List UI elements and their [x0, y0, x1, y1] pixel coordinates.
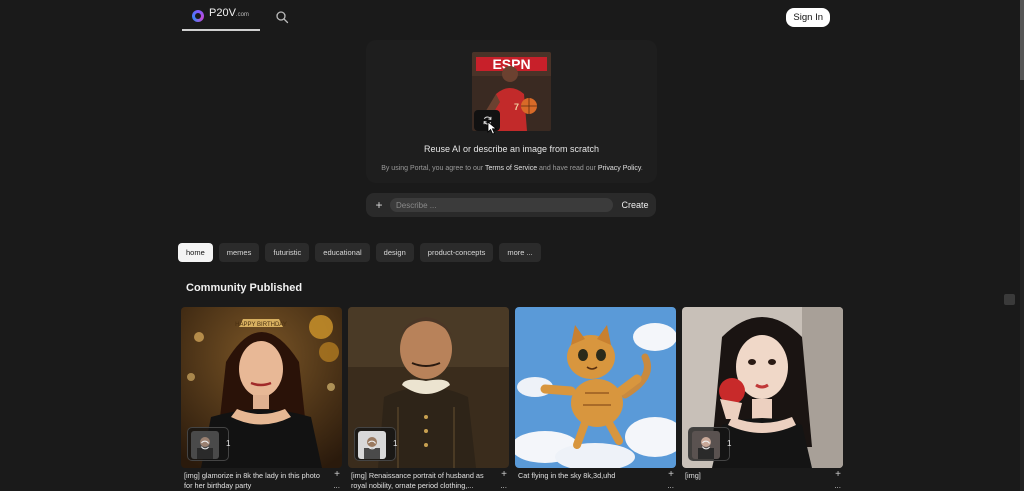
remix-count: 1 [226, 439, 231, 448]
community-gallery: HAPPY BIRTHDAY 1 [img] glamorize in 8k t… [181, 307, 843, 491]
svg-text:HAPPY BIRTHDAY: HAPPY BIRTHDAY [235, 322, 287, 328]
terms-notice: By using Portal, you agree to our Terms … [340, 165, 684, 172]
card-caption: [img] [685, 471, 701, 480]
more-icon[interactable]: ... [500, 481, 507, 490]
card-image[interactable]: 1 [682, 307, 843, 468]
gallery-card[interactable]: 1 [img] Renaissance portrait of husband … [348, 307, 509, 491]
more-icon[interactable]: ... [667, 481, 674, 490]
sign-in-button[interactable]: Sign In [786, 8, 830, 27]
reuse-icon [368, 440, 376, 450]
add-icon[interactable]: + [668, 469, 674, 480]
add-icon[interactable]: + [501, 469, 507, 480]
remix-button[interactable] [354, 427, 396, 461]
remix-button[interactable] [688, 427, 730, 461]
tab-home[interactable]: home [178, 243, 213, 262]
card-caption: Cat flying in the sky 8k,3d,uhd [518, 471, 616, 480]
terms-middle: and have read our [537, 165, 598, 172]
gallery-card[interactable]: HAPPY BIRTHDAY 1 [img] glamorize in 8k t… [181, 307, 342, 491]
terms-suffix: . [640, 165, 643, 172]
tab-product-concepts[interactable]: product-concepts [419, 243, 494, 262]
logo-icon [192, 10, 204, 22]
reuse-icon [201, 440, 209, 450]
reuse-icon [702, 440, 710, 450]
logo-text: P20V [209, 7, 236, 19]
cursor-icon [487, 121, 498, 135]
tab-memes[interactable]: memes [218, 243, 260, 262]
card-image[interactable]: HAPPY BIRTHDAY 1 [181, 307, 342, 468]
tab-futuristic[interactable]: futuristic [265, 243, 310, 262]
tab-educational[interactable]: educational [315, 243, 370, 262]
privacy-policy-link[interactable]: Privacy Policy [598, 165, 641, 172]
remix-count: 1 [727, 439, 732, 448]
create-button[interactable]: Create [617, 198, 653, 212]
add-icon[interactable]: + [835, 469, 841, 480]
scrollbar-thumb[interactable] [1020, 0, 1024, 80]
logo[interactable]: P20V.com [182, 7, 260, 31]
add-icon[interactable]: + [334, 469, 340, 480]
logo-suffix: .com [235, 12, 249, 18]
card-caption: [img] glamorize in 8k the lady in this p… [184, 471, 320, 490]
hero-title: Reuse AI or describe an image from scrat… [423, 144, 600, 154]
top-nav: P20V.com Sign In [182, 0, 830, 32]
category-tabs: home memes futuristic educational design… [178, 243, 541, 262]
gallery-card[interactable]: 1 [img] + ... [682, 307, 843, 491]
svg-text:7: 7 [514, 102, 519, 112]
tab-design[interactable]: design [375, 243, 414, 262]
more-icon[interactable]: ... [834, 481, 841, 490]
terms-of-service-link[interactable]: Terms of Service [485, 165, 537, 172]
plus-icon[interactable]: + [372, 198, 386, 212]
terms-prefix: By using Portal, you agree to our [381, 165, 485, 172]
describe-input[interactable] [390, 198, 613, 212]
more-icon[interactable]: ... [333, 481, 340, 490]
card-image[interactable]: 1 [348, 307, 509, 468]
section-title: Community Published [186, 282, 303, 294]
card-caption: [img] Renaissance portrait of husband as… [351, 471, 484, 490]
search-icon[interactable] [275, 10, 289, 24]
chat-widget-icon[interactable] [1004, 294, 1015, 305]
scrollbar[interactable] [1020, 0, 1024, 491]
tab-more[interactable]: more ... [499, 243, 541, 262]
remix-count: 1 [393, 439, 398, 448]
page: P20V.com Sign In ESPN 7 Reuse AI or desc… [0, 0, 1024, 491]
gallery-card[interactable]: Cat flying in the sky 8k,3d,uhd + ... [515, 307, 676, 491]
card-image[interactable] [515, 307, 676, 468]
remix-button[interactable] [187, 427, 229, 461]
